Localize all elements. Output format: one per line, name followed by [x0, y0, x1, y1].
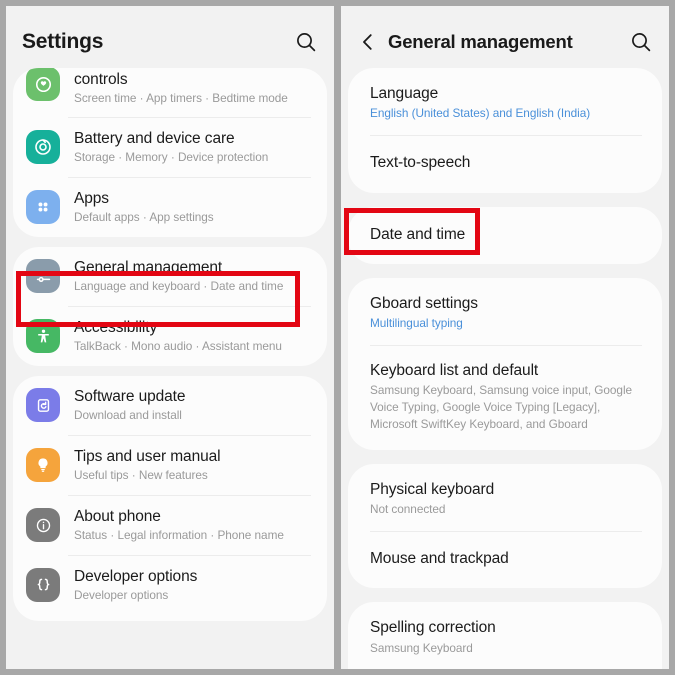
item-subtitle: TalkBack · Mono audio · Assistant menu: [74, 339, 282, 354]
item-subtitle: Samsung Keyboard, Samsung voice input, G…: [370, 383, 633, 431]
page-title: General management: [388, 31, 573, 52]
item-title: Keyboard list and default: [370, 362, 539, 379]
page-title: Settings: [22, 30, 104, 53]
search-icon[interactable]: [294, 30, 318, 54]
lightbulb-icon: [26, 448, 60, 483]
item-subtitle: English (United States) and English (Ind…: [370, 106, 591, 121]
apps-icon: [26, 190, 60, 225]
item-title: Battery and device care: [74, 129, 235, 147]
item-subtitle: Storage · Memory · Device protection: [74, 150, 269, 165]
gm-item-keyboard-list[interactable]: Keyboard list and default Samsung Keyboa…: [348, 346, 662, 450]
settings-section-2: General management Language and keyboard…: [13, 246, 327, 366]
item-text: Tips and user manual Useful tips · New f…: [74, 447, 221, 484]
gm-item-gboard-settings[interactable]: Gboard settings Multilingual typing: [348, 278, 662, 345]
item-text: Software update Download and install: [74, 387, 185, 424]
battery-device-care-icon: [26, 130, 60, 165]
item-subtitle: Status · Legal information · Phone name: [74, 527, 284, 542]
item-subtitle: Samsung Keyboard: [370, 640, 473, 655]
gm-item-language[interactable]: Language English (United States) and Eng…: [348, 68, 662, 135]
software-update-icon: [26, 388, 60, 423]
settings-item-accessibility[interactable]: Accessibility TalkBack · Mono audio · As…: [13, 307, 327, 366]
item-title: Spelling correction: [370, 619, 496, 637]
settings-item-software-update[interactable]: Software update Download and install: [13, 376, 327, 435]
sliders-icon: [26, 259, 60, 294]
item-title: Apps: [74, 189, 109, 207]
settings-item-apps[interactable]: Apps Default apps · App settings: [13, 178, 327, 237]
item-title: About phone: [74, 507, 161, 525]
item-title: Tips and user manual: [74, 447, 221, 465]
item-title: Gboard settings: [370, 294, 478, 312]
item-text: controls Screen time · App timers · Bedt…: [74, 70, 288, 107]
item-subtitle: Not connected: [370, 502, 446, 516]
gm-item-physical-keyboard[interactable]: Physical keyboard Not connected: [348, 464, 662, 531]
search-icon[interactable]: [629, 30, 653, 54]
item-title: Mouse and trackpad: [370, 549, 509, 567]
item-text: General management Language and keyboard…: [74, 258, 283, 295]
settings-item-general-management[interactable]: General management Language and keyboard…: [13, 247, 327, 306]
digital-wellbeing-icon: [26, 68, 60, 102]
gm-section-keyboards: Gboard settings Multilingual typing Keyb…: [348, 277, 662, 450]
item-subtitle: Language and keyboard · Date and time: [74, 279, 284, 294]
general-management-panel: General management Language English (Uni…: [341, 6, 669, 669]
general-management-scroll-body[interactable]: Language English (United States) and Eng…: [341, 68, 669, 669]
item-title: Date and time: [370, 225, 466, 243]
settings-item-tips[interactable]: Tips and user manual Useful tips · New f…: [13, 436, 327, 495]
settings-section-1: controls Screen time · App timers · Bedt…: [13, 68, 327, 237]
gm-item-spelling-correction[interactable]: Spelling correction Samsung Keyboard: [348, 602, 662, 669]
item-title: Accessibility: [74, 318, 158, 336]
item-text: Accessibility TalkBack · Mono audio · As…: [74, 318, 282, 355]
item-subtitle: Useful tips · New features: [74, 468, 208, 482]
item-subtitle: Download and install: [74, 408, 182, 423]
item-subtitle: Default apps · App settings: [74, 210, 214, 225]
settings-item-digital-wellbeing[interactable]: controls Screen time · App timers · Bedt…: [13, 68, 327, 117]
settings-scroll-body[interactable]: controls Screen time · App timers · Bedt…: [6, 68, 334, 669]
settings-section-3: Software update Download and install Tip…: [13, 375, 327, 622]
braces-icon: [26, 567, 60, 602]
gm-item-date-and-time[interactable]: Date and time: [348, 207, 662, 264]
item-text: Developer options Developer options: [74, 567, 197, 604]
settings-item-battery-device-care[interactable]: Battery and device care Storage · Memory…: [13, 118, 327, 177]
item-subtitle: Screen time · App timers · Bedtime mode: [74, 91, 288, 106]
item-title: Text-to-speech: [370, 154, 471, 172]
settings-item-about-phone[interactable]: About phone Status · Legal information ·…: [13, 496, 327, 555]
gm-section-input-devices: Physical keyboard Not connected Mouse an…: [348, 463, 662, 589]
gm-section-date-time: Date and time: [348, 206, 662, 264]
item-title: Language: [370, 85, 439, 102]
gm-item-mouse-trackpad[interactable]: Mouse and trackpad: [348, 532, 662, 588]
item-text: Apps Default apps · App settings: [74, 189, 214, 226]
item-title: Developer options: [74, 567, 198, 585]
item-title: controls: [74, 71, 128, 88]
settings-panel: Settings controls Screen time · App time…: [6, 6, 334, 669]
screenshot-root: Settings controls Screen time · App time…: [0, 0, 675, 675]
settings-item-developer-options[interactable]: Developer options Developer options: [13, 556, 327, 622]
item-title: Software update: [74, 387, 186, 405]
item-subtitle: Developer options: [74, 587, 169, 602]
info-icon: [26, 508, 60, 543]
item-title: General management: [74, 258, 223, 276]
item-text: Battery and device care Storage · Memory…: [74, 129, 268, 166]
gm-item-text-to-speech[interactable]: Text-to-speech: [348, 136, 662, 192]
accessibility-icon: [26, 319, 60, 354]
item-title: Physical keyboard: [370, 480, 495, 498]
item-text: About phone Status · Legal information ·…: [74, 507, 284, 544]
gm-section-spelling: Spelling correction Samsung Keyboard Pas…: [348, 602, 662, 669]
gm-section-language: Language English (United States) and Eng…: [348, 68, 662, 193]
item-subtitle: Multilingual typing: [370, 316, 463, 331]
back-chevron-icon[interactable]: [357, 31, 379, 53]
